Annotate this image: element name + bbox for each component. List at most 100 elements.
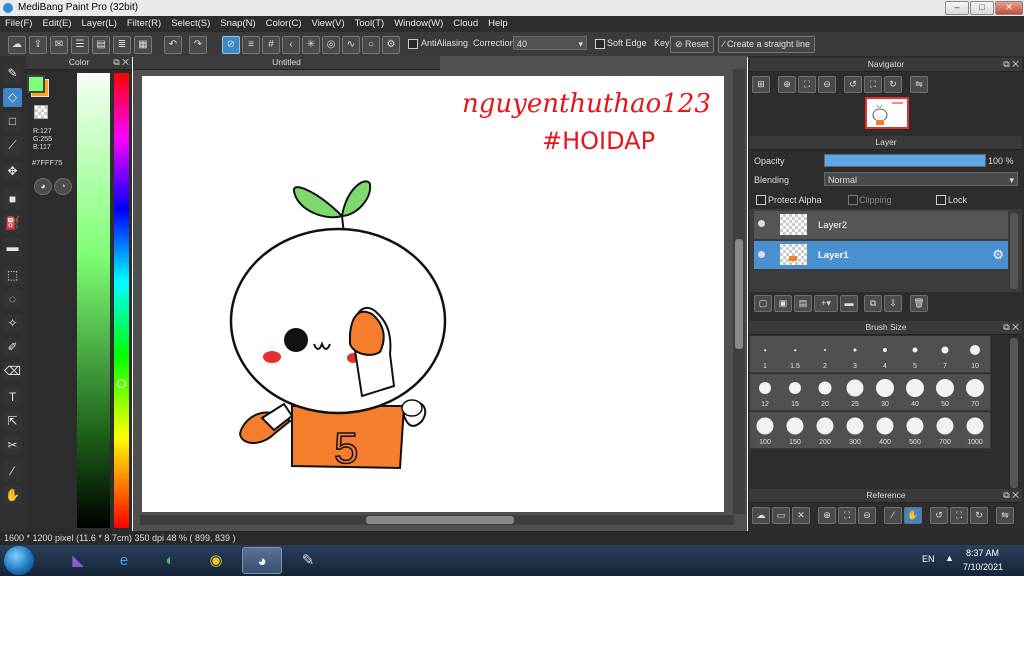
brush-size-option[interactable]: 2 [810, 336, 841, 373]
reset-button[interactable]: ⊘ Reset [670, 36, 714, 53]
coccoc-icon[interactable]: ◐ [150, 547, 190, 574]
panel-controls-icon[interactable]: ⧉ ✕ [1003, 321, 1019, 334]
radial-snap-icon[interactable]: ✳ [302, 36, 320, 54]
menu-window[interactable]: Window(W) [389, 16, 448, 32]
hand-icon[interactable]: ✋ [3, 486, 22, 505]
redo-icon[interactable]: ↷ [189, 36, 207, 54]
menu-layer[interactable]: Layer(L) [77, 16, 122, 32]
clipping-checkbox[interactable] [848, 195, 858, 205]
new-layer-icon[interactable]: ▢ [754, 295, 772, 312]
layer-row-layer1[interactable]: Layer1 ⚙ [754, 241, 1008, 270]
cloud-icon[interactable]: ☁ [8, 36, 26, 54]
add-layer-dropdown-icon[interactable]: +▾ [814, 295, 838, 312]
ellipse-snap-icon[interactable]: ○ [362, 36, 380, 54]
brush-size-option[interactable]: 4 [870, 336, 901, 373]
horizontal-scroll-thumb[interactable] [366, 516, 514, 524]
dot-icon[interactable]: □ [3, 112, 22, 131]
brush-size-option[interactable]: 40 [900, 374, 931, 411]
close-button[interactable]: ✕ [995, 1, 1023, 15]
brush-size-option[interactable]: 30 [870, 374, 901, 411]
chrome-icon[interactable]: ◉ [196, 547, 236, 574]
zoom-out-icon[interactable]: ⊖ [818, 76, 836, 93]
gear-icon[interactable]: ⚙ [992, 247, 1004, 263]
menu-edit[interactable]: Edit(E) [37, 16, 76, 32]
soft-edge-checkbox[interactable] [595, 39, 605, 49]
zoom-fit-icon[interactable]: ⊞ [752, 76, 770, 93]
cross-snap-icon[interactable]: # [262, 36, 280, 54]
lock-checkbox[interactable] [936, 195, 946, 205]
panel-controls-icon[interactable]: ⧉ ✕ [1003, 58, 1019, 71]
chat-icon[interactable]: ☰ [71, 36, 89, 54]
panel-controls-icon[interactable]: ⧉ ✕ [1003, 489, 1019, 502]
rotate-right-icon[interactable]: ↻ [884, 76, 902, 93]
rotate-left-icon[interactable]: ↺ [930, 507, 948, 524]
select-eraser-icon[interactable]: ⌫ [3, 362, 22, 381]
menu-tool[interactable]: Tool(T) [350, 16, 390, 32]
vertical-scroll-thumb[interactable] [735, 239, 743, 349]
canvas-tab[interactable]: Untitled [133, 56, 440, 70]
eraser-icon[interactable]: ◇ [3, 88, 22, 107]
brush-size-option[interactable]: 1 [750, 336, 781, 373]
brush-size-option[interactable]: 70 [960, 374, 991, 411]
rotate-right-icon[interactable]: ↻ [970, 507, 988, 524]
upload-icon[interactable]: ⇪ [29, 36, 47, 54]
menu-color[interactable]: Color(C) [261, 16, 307, 32]
close-reference-icon[interactable]: ✕ [792, 507, 810, 524]
new-8bit-layer-icon[interactable]: ▤ [794, 295, 812, 312]
comment-icon[interactable]: ✉ [50, 36, 68, 54]
snap-settings-icon[interactable]: ⚙ [382, 36, 400, 54]
menu-snap[interactable]: Snap(N) [215, 16, 260, 32]
brush-size-option[interactable]: 1000 [960, 412, 991, 449]
hand-icon[interactable]: ✋ [904, 507, 922, 524]
saturation-brightness-picker[interactable] [77, 73, 110, 528]
menu-filter[interactable]: Filter(R) [122, 16, 166, 32]
snap-off-icon[interactable]: ⊘ [222, 36, 240, 54]
curve-snap-icon[interactable]: ∿ [342, 36, 360, 54]
horizontal-scrollbar[interactable] [140, 515, 734, 525]
opacity-slider[interactable] [824, 154, 986, 167]
brush-size-option[interactable]: 3 [840, 336, 871, 373]
move-icon[interactable]: ✥ [3, 162, 22, 181]
maximize-button[interactable]: □ [970, 1, 994, 15]
fill-rect-icon[interactable]: ■ [3, 190, 22, 209]
brush-size-option[interactable]: 300 [840, 412, 871, 449]
menu-cloud[interactable]: Cloud [448, 16, 483, 32]
correction-select[interactable]: 40 ▾ [513, 36, 587, 50]
protect-alpha-checkbox[interactable] [756, 195, 766, 205]
visibility-eye-icon[interactable] [758, 251, 765, 258]
lasso-icon[interactable]: ◌ [3, 290, 22, 309]
select-rect-icon[interactable]: ⬚ [3, 266, 22, 285]
straight-line-button[interactable]: ∕ Create a straight line [718, 36, 816, 53]
zoom-in-icon[interactable]: ⊕ [778, 76, 796, 93]
menu-file[interactable]: File(F) [0, 16, 37, 32]
eyedropper-icon[interactable]: ⁄ [884, 507, 902, 524]
transparent-swatch[interactable] [34, 105, 48, 119]
operation-icon[interactable]: ⇱ [3, 412, 22, 431]
zoom-out-icon[interactable]: ⊖ [858, 507, 876, 524]
menu-help[interactable]: Help [483, 16, 513, 32]
layer-row-layer2[interactable]: Layer2 [754, 211, 1008, 240]
navigator-thumbnail[interactable] [865, 97, 909, 129]
text-icon[interactable]: T [3, 388, 22, 407]
actual-size-icon[interactable]: ⛶ [838, 507, 856, 524]
brush-size-option[interactable]: 700 [930, 412, 961, 449]
rotate-left-icon[interactable]: ↺ [844, 76, 862, 93]
brush-size-option[interactable]: 200 [810, 412, 841, 449]
clock-time[interactable]: 8:37 AM [966, 548, 999, 558]
new-halftone-layer-icon[interactable]: ▣ [774, 295, 792, 312]
panel-controls-icon[interactable]: ⧉ ✕ [113, 56, 129, 69]
layer-list-scrollbar[interactable] [1010, 213, 1018, 289]
select-pen-icon[interactable]: ✐ [3, 338, 22, 357]
clock-date[interactable]: 7/10/2021 [963, 562, 1003, 572]
palette-settings-icon[interactable]: ◔ [54, 178, 72, 195]
brush-size-option[interactable]: 25 [840, 374, 871, 411]
magic-wand-icon[interactable]: ✧ [3, 314, 22, 333]
minimize-button[interactable]: – [945, 1, 969, 15]
document-icon[interactable]: ▤ [92, 36, 110, 54]
duplicate-layer-icon[interactable]: ⧉ [864, 295, 882, 312]
gradient-icon[interactable]: ▬ [3, 238, 22, 257]
open-folder-icon[interactable]: ▭ [772, 507, 790, 524]
brush-size-option[interactable]: 1.5 [780, 336, 811, 373]
start-button[interactable] [4, 546, 34, 575]
list-icon[interactable]: ≣ [113, 36, 131, 54]
